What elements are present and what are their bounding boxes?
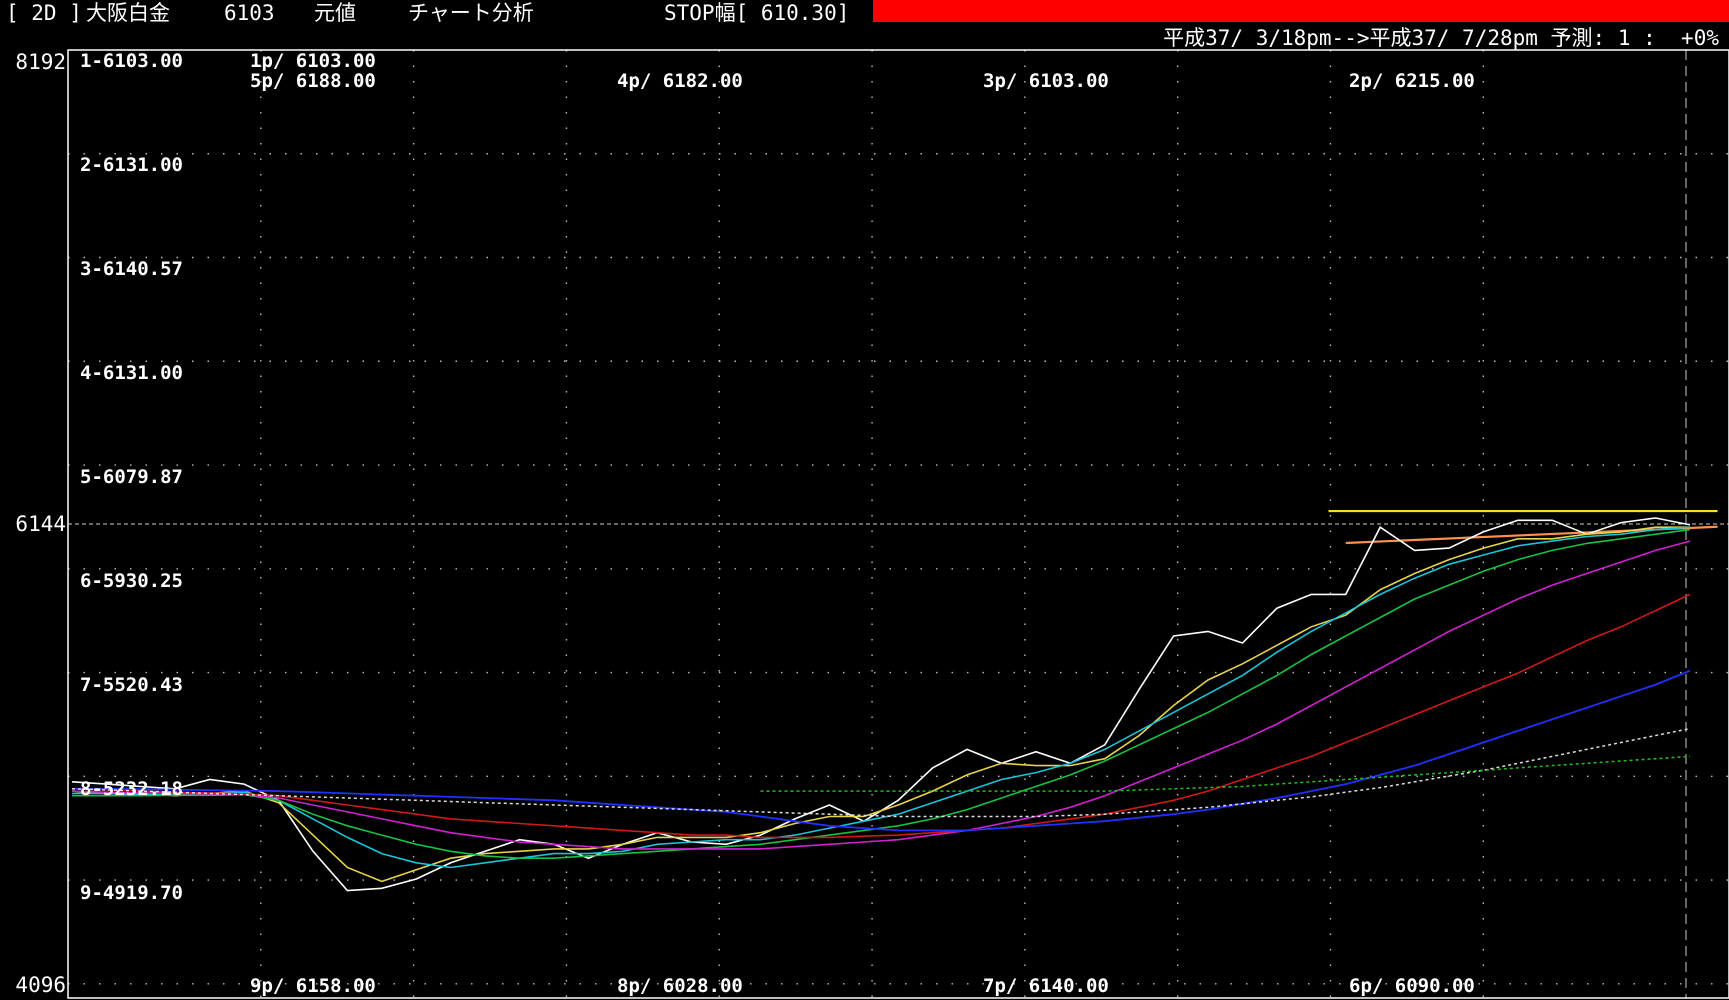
series-label-6p: 6p/ 6090.00 (1349, 975, 1475, 997)
series-line-5 (71, 540, 1691, 850)
series-line-6 (71, 593, 1691, 839)
level-label-3: 3-6140.57 (80, 258, 183, 280)
series-label-1p: 1p/ 6103.00 (250, 50, 376, 72)
level-label-7: 7-5520.43 (80, 674, 183, 696)
series-label-4p: 4p/ 6182.00 (617, 70, 743, 92)
series-line-4 (72, 528, 1691, 859)
level-label-5: 5-6079.87 (80, 466, 183, 488)
series-lines (71, 517, 1691, 892)
series-label-9p: 9p/ 6158.00 (250, 975, 376, 997)
level-label-6: 6-5930.25 (80, 570, 183, 592)
series-line-3 (72, 526, 1691, 869)
level-label-2: 2-6131.00 (80, 154, 183, 176)
price-chart (67, 49, 1729, 999)
level-label-8: 8-5232.18 (80, 778, 183, 800)
series-label-7p: 7p/ 6140.00 (983, 975, 1109, 997)
series-label-3p: 3p/ 6103.00 (983, 70, 1109, 92)
level-label-4: 4-6131.00 (80, 362, 183, 384)
level-label-1: 1-6103.00 (80, 50, 183, 72)
series-label-2p: 2p/ 6215.00 (1349, 70, 1475, 92)
level-label-9: 9-4919.70 (80, 882, 183, 904)
series-label-5p: 5p/ 6188.00 (250, 70, 376, 92)
series-line-1 (71, 517, 1691, 892)
series-line-7 (72, 669, 1691, 832)
series-label-8p: 8p/ 6028.00 (617, 975, 743, 997)
series-line-8 (71, 727, 1691, 818)
